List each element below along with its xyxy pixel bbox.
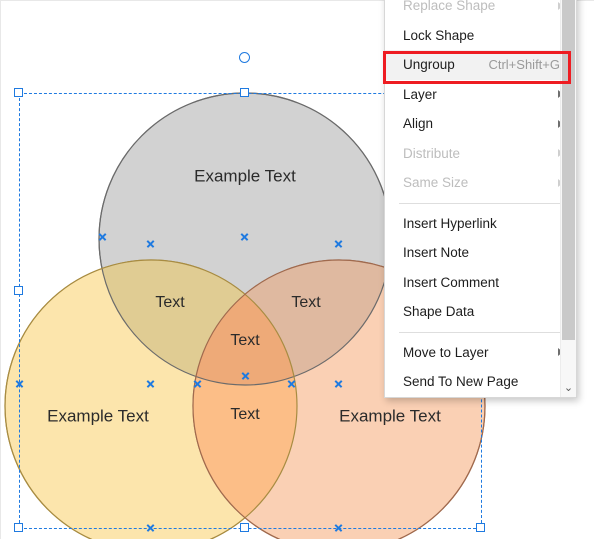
menu-item-distribute: Distribute <box>385 139 576 169</box>
menu-item-label: Lock Shape <box>403 27 475 43</box>
menu-item-label: Insert Comment <box>403 274 500 290</box>
resize-handle-bottom-center[interactable] <box>240 523 249 532</box>
menu-item-label: Insert Note <box>403 245 470 260</box>
menu-item-lock-shape[interactable]: Lock Shape <box>385 21 576 51</box>
menu-item-label: Layer <box>403 86 437 102</box>
app-window: Example Text Example Text Example Text T… <box>0 0 594 539</box>
menu-item-layer[interactable]: Layer <box>385 80 576 110</box>
menu-item-send-to-new-page[interactable]: Send To New Page <box>385 367 576 397</box>
menu-item-same-size: Same Size <box>385 168 576 198</box>
connection-point[interactable] <box>146 524 155 533</box>
rotate-handle[interactable] <box>239 52 250 63</box>
menu-item-insert-note[interactable]: Insert Note <box>385 238 576 268</box>
connection-point[interactable] <box>146 380 155 389</box>
resize-handle-top-left[interactable] <box>14 88 23 97</box>
menu-item-label: Same Size <box>403 175 469 190</box>
selection-edge-bottom <box>19 528 481 529</box>
menu-item-insert-hyperlink[interactable]: Insert Hyperlink <box>385 209 576 239</box>
menu-item-label: Send To New Page <box>403 374 519 389</box>
menu-item-align[interactable]: Align <box>385 109 576 139</box>
connection-point[interactable] <box>15 380 24 389</box>
resize-handle-bottom-left[interactable] <box>14 523 23 532</box>
selection-edge-left <box>19 93 20 528</box>
connection-point[interactable] <box>287 380 296 389</box>
menu-separator <box>399 202 566 204</box>
menu-item-move-to-layer[interactable]: Move to Layer <box>385 338 576 368</box>
resize-handle-bottom-right[interactable] <box>476 523 485 532</box>
menu-item-shortcut: Ctrl+Shift+G <box>488 57 560 72</box>
menu-item-label: Align <box>403 116 434 131</box>
resize-handle-middle-left[interactable] <box>14 286 23 295</box>
menu-item-ungroup[interactable]: Ungroup Ctrl+Shift+G <box>385 50 576 80</box>
menu-separator <box>399 331 566 333</box>
shape-context-menu[interactable]: Replace Shape Lock Shape Ungroup Ctrl+Shift… <box>384 0 577 398</box>
menu-item-label: Distribute <box>403 145 461 161</box>
connection-point[interactable] <box>146 240 155 249</box>
menu-item-label: Ungroup <box>403 57 455 72</box>
scrollbar-thumb[interactable] <box>562 0 575 340</box>
resize-handle-top-center[interactable] <box>240 88 249 97</box>
menu-item-shape-data[interactable]: Shape Data <box>385 297 576 327</box>
menu-item-insert-comment[interactable]: Insert Comment <box>385 268 576 298</box>
menu-item-label: Replace Shape <box>403 0 496 13</box>
menu-item-replace-shape: Replace Shape <box>385 0 576 21</box>
connection-point[interactable] <box>241 372 250 381</box>
connection-point[interactable] <box>334 240 343 249</box>
menu-item-label: Insert Hyperlink <box>403 215 497 231</box>
scroll-down-icon[interactable]: ⌄ <box>561 378 576 397</box>
connection-point[interactable] <box>98 233 107 242</box>
context-menu-scrollbar[interactable]: ⌄ <box>560 0 576 397</box>
connection-point[interactable] <box>193 380 202 389</box>
menu-item-label: Move to Layer <box>403 344 489 360</box>
connection-point[interactable] <box>334 524 343 533</box>
connection-point[interactable] <box>240 233 249 242</box>
connection-point[interactable] <box>334 380 343 389</box>
menu-item-label: Shape Data <box>403 304 475 319</box>
